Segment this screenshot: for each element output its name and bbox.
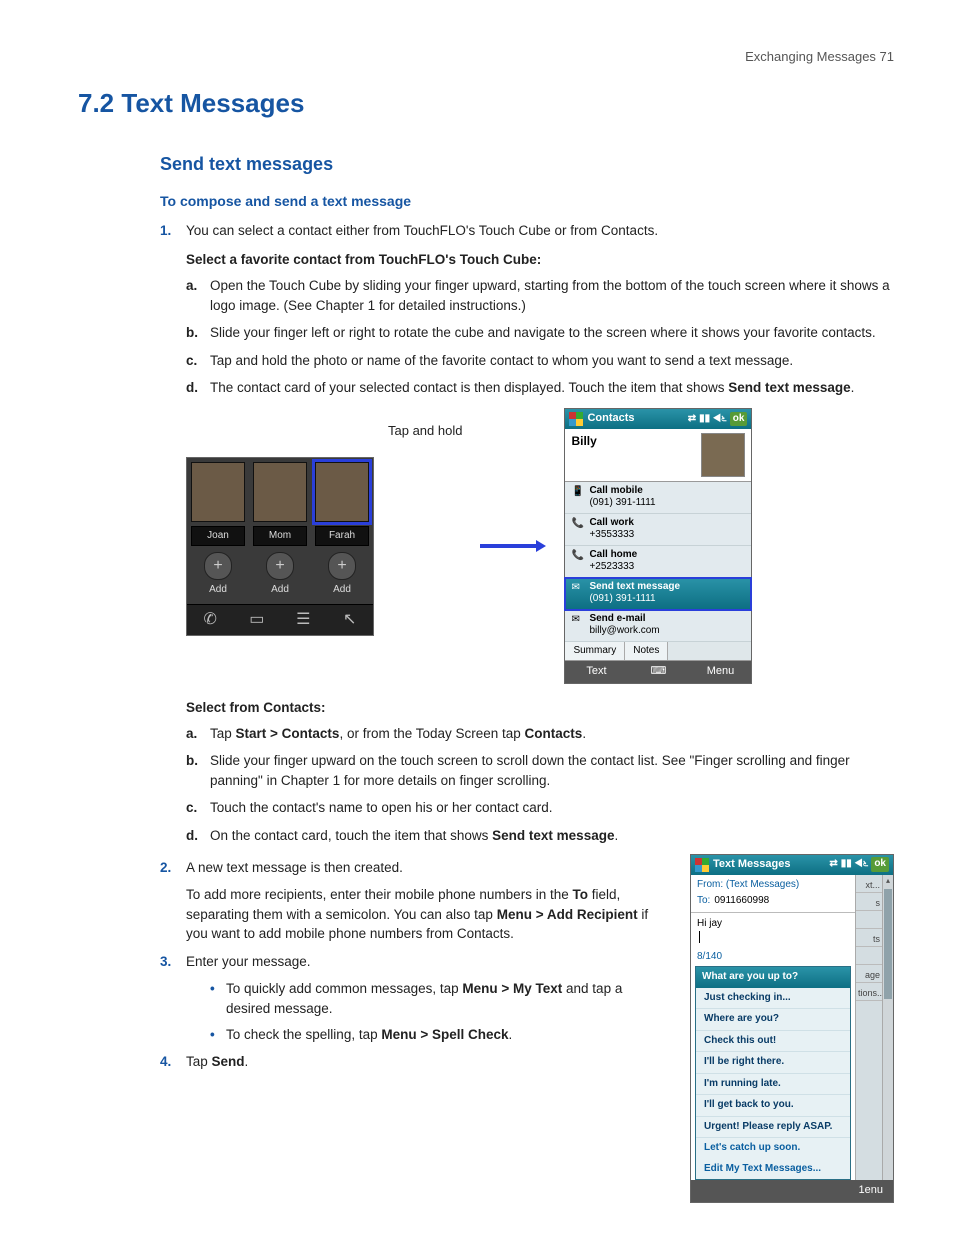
figure-caption: Tap and hold <box>388 422 462 441</box>
windows-flag-icon <box>695 858 709 872</box>
task-heading: To compose and send a text message <box>160 191 894 211</box>
contact-thumb <box>701 433 745 477</box>
step-4: 4.Tap Send. <box>160 1052 656 1072</box>
contact-name: Joan <box>191 526 245 547</box>
message-header: From: (Text Messages) To:0911660998 <box>691 875 855 913</box>
step-1c: c.Tap and hold the photo or name of the … <box>186 351 894 371</box>
softkey-bar: 1enu <box>691 1180 893 1202</box>
tab-summary: Summary <box>565 642 625 661</box>
phone-icon: ✆ <box>187 605 234 635</box>
list-icon: ☰ <box>280 605 327 635</box>
softkey-bar: Text ⌨ Menu <box>565 661 751 683</box>
subhead-contacts: Select from Contacts: <box>186 698 894 718</box>
bullet-spellcheck: To check the spelling, tap Menu > Spell … <box>210 1025 656 1045</box>
figure-row: Joan Mom Farah +Add +Add +Add ✆ ▭ ☰ ↖ Ta… <box>186 408 894 684</box>
step-1a: a.Open the Touch Cube by sliding your fi… <box>186 276 894 315</box>
subsection-heading: Send text messages <box>160 151 894 177</box>
section-heading: 7.2 Text Messages <box>78 85 894 123</box>
add-slot: +Add <box>315 552 369 598</box>
contact-action-row: 📞Call home+2523333 <box>565 546 751 578</box>
mytext-item: Urgent! Please reply ASAP. <box>696 1117 850 1139</box>
text-messages-screenshot: Text Messages ⇄ ▮▮ ◀೬ ok From: (Text Mes… <box>690 854 894 1203</box>
speaker-icon: ◀೬ <box>855 857 869 872</box>
add-slot: +Add <box>253 552 307 598</box>
add-slot: +Add <box>191 552 245 598</box>
contact-photo <box>191 462 245 522</box>
subhead-touchcube: Select a favorite contact from TouchFLO'… <box>186 250 894 270</box>
mytext-item: I'll be right there. <box>696 1052 850 1074</box>
mytext-item: Where are you? <box>696 1009 850 1031</box>
contact-name: Mom <box>253 526 307 547</box>
ok-button: ok <box>730 412 748 427</box>
step-2d: d.On the contact card, touch the item th… <box>186 826 894 846</box>
char-count: 8/140 <box>691 950 855 967</box>
contact-header: Billy <box>565 429 751 482</box>
mytext-item: I'm running late. <box>696 1074 850 1096</box>
step-1b: b.Slide your finger left or right to rot… <box>186 323 894 343</box>
step-1: 1. You can select a contact either from … <box>160 221 894 846</box>
contact-action-row: ✉Send text message(091) 391-1111 <box>565 578 751 610</box>
step-2c: c.Touch the contact's name to open his o… <box>186 798 894 818</box>
step-2a: a.Tap Start > Contacts, or from the Toda… <box>186 724 894 744</box>
card-icon: ▭ <box>234 605 281 635</box>
softkey-left: Text <box>565 661 627 683</box>
step-2b: b.Slide your finger upward on the touch … <box>186 751 894 790</box>
softkey-right: 1enu <box>849 1180 893 1202</box>
bullet-mytext: To quickly add common messages, tap Menu… <box>210 979 656 1018</box>
keyboard-icon: ⌨ <box>627 661 689 683</box>
window-titlebar: Text Messages ⇄ ▮▮ ◀೬ ok <box>691 855 893 875</box>
plus-icon: + <box>266 552 294 580</box>
mytext-item: Let's catch up soon. <box>696 1138 850 1159</box>
windows-flag-icon <box>569 412 583 426</box>
mytext-item: Check this out! <box>696 1031 850 1053</box>
sync-icon: ⇄ <box>688 412 696 427</box>
scrollbar <box>882 875 893 1181</box>
plus-icon: + <box>328 552 356 580</box>
cursor-icon: ↖ <box>327 605 374 635</box>
sync-icon: ⇄ <box>829 857 837 872</box>
signal-icon: ▮▮ <box>699 412 710 427</box>
window-titlebar: Contacts ⇄ ▮▮ ◀೬ ok <box>565 409 751 429</box>
contact-action-row: ✉Send e-mailbilly@work.com <box>565 610 751 642</box>
contact-photo-selected <box>315 462 369 522</box>
touchcube-screenshot: Joan Mom Farah +Add +Add +Add ✆ ▭ ☰ ↖ <box>186 457 374 636</box>
step-3: 3. Enter your message. To quickly add co… <box>160 952 656 1044</box>
mytext-item: I'll get back to you. <box>696 1095 850 1117</box>
contact-action-row: 📱Call mobile(091) 391-1111 <box>565 482 751 514</box>
mytext-item: Just checking in... <box>696 988 850 1010</box>
step-1-text: You can select a contact either from Tou… <box>186 221 894 241</box>
step-1d: d.The contact card of your selected cont… <box>186 378 894 398</box>
speaker-icon: ◀೬ <box>713 412 727 427</box>
contact-photo <box>253 462 307 522</box>
step-2: 2. A new text message is then created. T… <box>160 858 656 944</box>
contact-card-screenshot: Contacts ⇄ ▮▮ ◀೬ ok Billy 📱Call mobile(0… <box>564 408 752 684</box>
message-body: Hi jay <box>691 913 855 950</box>
popup-header: What are you up to? <box>696 967 850 988</box>
ok-button: ok <box>871 857 889 872</box>
tab-notes: Notes <box>625 642 668 661</box>
plus-icon: + <box>204 552 232 580</box>
softkey-right: Menu <box>689 661 751 683</box>
background-column: xt...stsagetions... <box>855 875 882 1181</box>
contact-action-row: 📞Call work+3553333 <box>565 514 751 546</box>
mytext-popup: What are you up to? Just checking in...W… <box>695 966 851 1180</box>
running-header: Exchanging Messages 71 <box>78 48 894 67</box>
arrow-icon <box>480 538 546 554</box>
bottom-icon-bar: ✆ ▭ ☰ ↖ <box>187 604 373 635</box>
contact-name: Farah <box>315 526 369 547</box>
signal-icon: ▮▮ <box>841 857 852 872</box>
tab-row: Summary Notes <box>565 642 751 662</box>
edit-mytext: Edit My Text Messages... <box>696 1159 850 1180</box>
